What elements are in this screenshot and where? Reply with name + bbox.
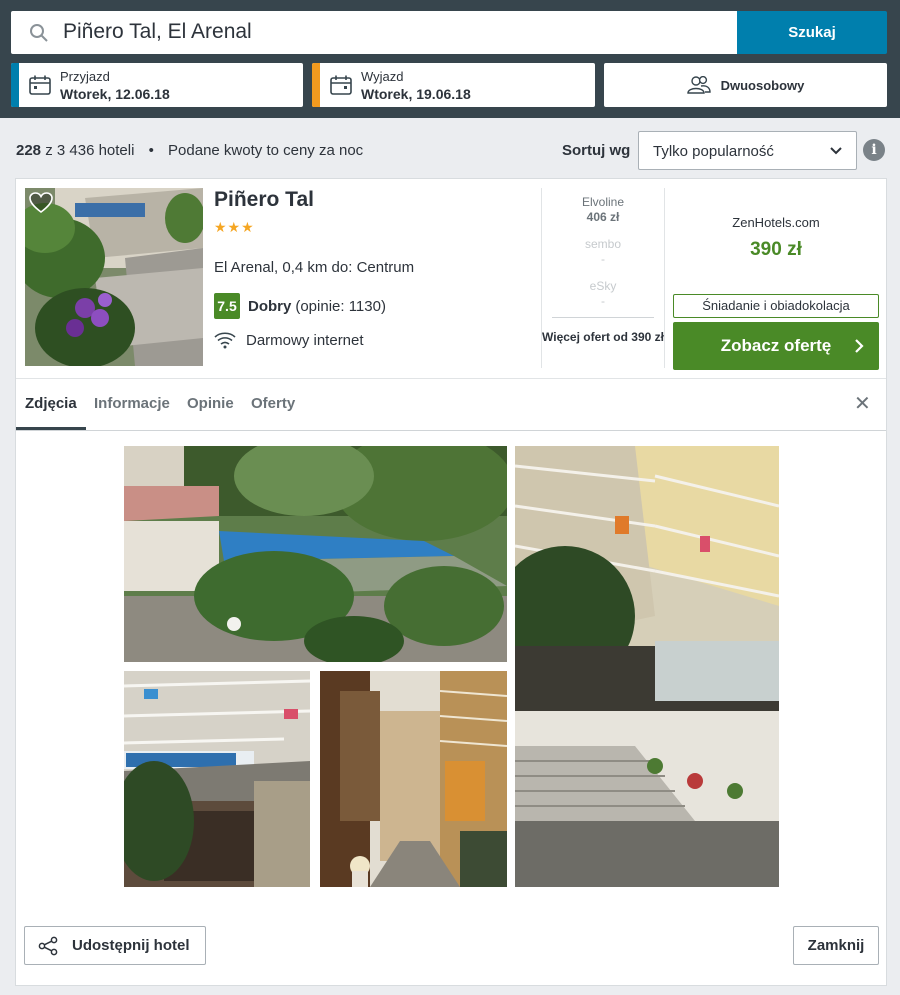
share-label: Udostępnij hotel	[72, 937, 190, 954]
checkin-date-picker[interactable]: Przyjazd Wtorek, 12.06.18	[11, 63, 303, 107]
hotel-thumbnail-image	[25, 188, 203, 366]
search-icon	[30, 24, 48, 42]
checkin-date: Wtorek, 12.06.18	[60, 86, 170, 102]
rating-score: 7.5	[214, 293, 240, 319]
checkin-label: Przyjazd	[60, 69, 110, 84]
search-input[interactable]: Piñero Tal, El Arenal	[11, 11, 737, 54]
share-icon	[38, 936, 58, 955]
amenity-wifi: Darmowy internet	[214, 331, 364, 349]
hotel-star-rating: ★★★	[214, 219, 255, 235]
best-deal-provider: ZenHotels.com	[732, 215, 820, 230]
deal-provider: eSky	[589, 279, 617, 293]
detail-tabs: Zdjęcia Informacje Opinie Oferty ✕	[16, 379, 886, 431]
deal-price: 406 zł	[586, 210, 620, 224]
checkout-date: Wtorek, 19.06.18	[361, 86, 471, 102]
rating-label: Dobry	[248, 297, 292, 315]
checkin-accent	[11, 63, 19, 107]
best-deal-price: 390 zł	[750, 239, 802, 260]
other-deals-list: Elvoline 406 zł sembo - eSky -	[542, 195, 664, 321]
tab-info[interactable]: Informacje	[94, 395, 170, 412]
share-hotel-button[interactable]: Udostępnij hotel	[24, 926, 206, 965]
divider	[552, 317, 654, 318]
price-note: Podane kwoty to ceny za noc	[168, 142, 364, 159]
calendar-icon	[330, 75, 352, 95]
room-type-label: Dwuosobowy	[720, 77, 805, 93]
gallery-photo-entrance[interactable]	[124, 671, 310, 887]
view-deal-button[interactable]: Zobacz ofertę	[673, 322, 879, 370]
checkout-accent	[312, 63, 320, 107]
divider	[664, 188, 665, 368]
tab-offers[interactable]: Oferty	[251, 395, 295, 412]
view-deal-label: Zobacz ofertę	[720, 336, 832, 355]
hotel-card: Piñero Tal ★★★ El Arenal, 0,4 km do: Cen…	[15, 178, 887, 986]
hotel-rating[interactable]: 7.5 Dobry (opinie: 1130)	[214, 293, 386, 319]
deal-item: eSky -	[542, 279, 664, 321]
gallery-photo-facade[interactable]	[515, 446, 779, 887]
checkout-label: Wyjazd	[361, 69, 404, 84]
close-button[interactable]: Zamknij	[793, 926, 879, 965]
deal-provider: Elvoline	[581, 195, 625, 209]
results-total: z 3 436 hoteli	[45, 142, 135, 159]
search-header: Piñero Tal, El Arenal Szukaj Przyjazd Wt…	[0, 0, 900, 118]
calendar-icon	[29, 75, 51, 95]
search-button[interactable]: Szukaj	[737, 11, 887, 54]
active-tab-indicator	[16, 427, 86, 430]
sort-label: Sortuj wg	[562, 142, 631, 159]
tab-reviews[interactable]: Opinie	[187, 395, 234, 412]
info-icon[interactable]: i	[863, 139, 885, 161]
sort-selected: Tylko popularność	[653, 143, 774, 160]
close-icon[interactable]: ✕	[854, 391, 871, 416]
deal-provider: sembo	[584, 237, 622, 251]
chevron-right-icon	[855, 339, 864, 353]
rating-reviews: (opinie: 1130)	[295, 297, 386, 315]
hotel-name[interactable]: Piñero Tal	[214, 188, 314, 212]
room-type-selector[interactable]: Dwuosobowy	[604, 63, 887, 107]
favorite-heart-icon[interactable]	[29, 192, 53, 214]
deal-price: -	[601, 294, 605, 308]
checkout-date-picker[interactable]: Wyjazd Wtorek, 19.06.18	[312, 63, 595, 107]
deal-item[interactable]: Elvoline 406 zł	[542, 195, 664, 237]
gallery-photo-pool[interactable]	[124, 446, 507, 662]
meal-plan-badge: Śniadanie i obiadokolacja	[673, 294, 879, 318]
amenity-label: Darmowy internet	[246, 331, 364, 349]
chevron-down-icon	[830, 147, 842, 155]
more-offers-link[interactable]: Więcej ofert od 390 zł	[542, 330, 664, 345]
results-separator: •	[148, 142, 154, 159]
tab-photos[interactable]: Zdjęcia	[25, 395, 77, 412]
gallery-photo-street[interactable]	[320, 671, 507, 887]
deal-price: -	[601, 252, 605, 266]
guests-icon	[686, 76, 711, 94]
hotel-location: El Arenal, 0,4 km do: Centrum	[214, 259, 415, 276]
results-summary: 228 z 3 436 hoteli • Podane kwoty to cen…	[16, 142, 363, 159]
results-count: 228	[16, 142, 42, 159]
sort-dropdown[interactable]: Tylko popularność	[638, 131, 857, 170]
wifi-icon	[214, 332, 236, 349]
hotel-thumbnail[interactable]	[25, 188, 203, 366]
search-query: Piñero Tal, El Arenal	[63, 20, 252, 43]
deal-item: sembo -	[542, 237, 664, 279]
